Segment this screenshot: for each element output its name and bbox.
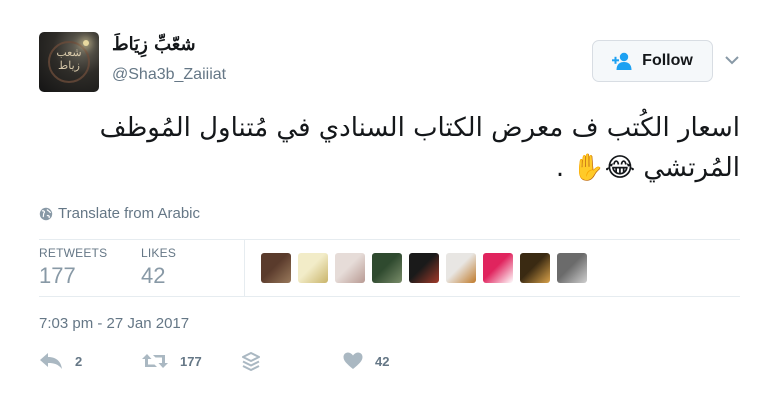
add-to-moment-button[interactable] <box>242 352 260 372</box>
liker-avatar-1[interactable] <box>261 253 291 283</box>
like-count: 42 <box>375 353 390 369</box>
avatar-text: شعب زياط <box>56 46 82 72</box>
chevron-down-icon[interactable] <box>724 52 740 68</box>
tweet-text: اسعار الكُتب ف معرض الكتاب السنادي في مُ… <box>99 113 740 183</box>
retweet-icon <box>142 354 168 368</box>
retweets-stat[interactable]: RETWEETS 177 <box>39 246 107 289</box>
liker-avatar-3[interactable] <box>335 253 365 283</box>
translate-link[interactable]: Translate from Arabic <box>39 205 200 222</box>
retweet-button[interactable]: 177 <box>142 352 202 370</box>
reply-count: 2 <box>75 353 83 369</box>
reply-button[interactable]: 2 <box>39 352 82 370</box>
tweet-actions: 2 177 42 <box>39 352 459 382</box>
follow-button[interactable]: Follow <box>592 40 713 82</box>
likes-count: 42 <box>141 263 166 288</box>
author-handle[interactable]: @Sha3b_Zaiiiat <box>112 66 226 84</box>
follow-button-label: Follow <box>642 52 693 69</box>
liker-avatar-9[interactable] <box>557 253 587 283</box>
globe-icon <box>39 207 53 220</box>
liker-avatar-8[interactable] <box>520 253 550 283</box>
likers-list <box>261 253 594 283</box>
stats-separator <box>244 240 245 296</box>
like-button[interactable]: 42 <box>343 352 389 370</box>
liker-avatar-6[interactable] <box>446 253 476 283</box>
retweets-count: 177 <box>39 263 76 288</box>
author-display-name[interactable]: شعّبِّ زِيَاطَ <box>112 34 196 55</box>
divider-bottom <box>39 296 740 297</box>
divider-top <box>39 239 740 240</box>
layers-icon <box>242 352 260 371</box>
translate-label: Translate from Arabic <box>58 205 200 222</box>
liker-avatar-4[interactable] <box>372 253 402 283</box>
liker-avatar-5[interactable] <box>409 253 439 283</box>
retweets-label: RETWEETS <box>39 246 108 260</box>
likes-stat[interactable]: LIKES 42 <box>141 246 176 289</box>
author-avatar[interactable]: شعب زياط <box>39 32 99 92</box>
heart-icon <box>343 352 363 369</box>
reply-icon <box>40 353 62 369</box>
tweet-timestamp[interactable]: 7:03 pm - 27 Jan 2017 <box>39 315 189 332</box>
liker-avatar-7[interactable] <box>483 253 513 283</box>
add-user-icon <box>612 52 632 70</box>
retweet-count: 177 <box>180 353 202 369</box>
liker-avatar-2[interactable] <box>298 253 328 283</box>
likes-label: LIKES <box>141 246 177 260</box>
